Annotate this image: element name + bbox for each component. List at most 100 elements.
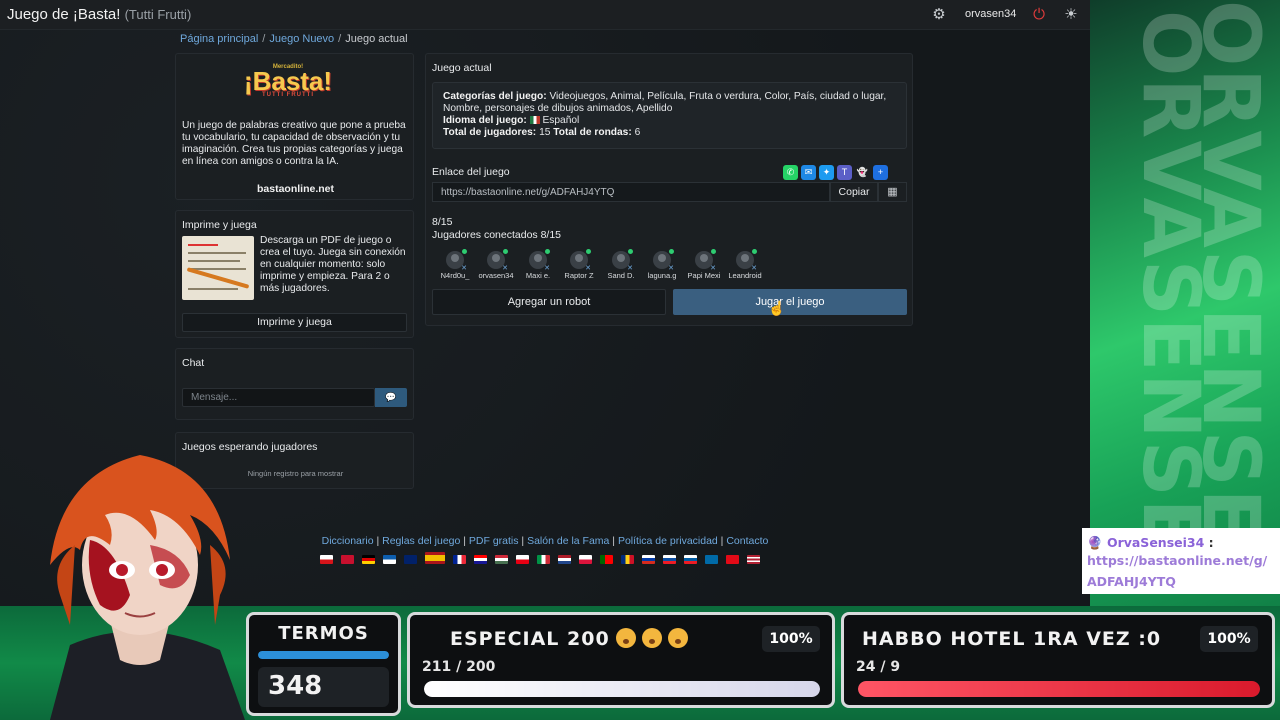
flag-romania-icon[interactable] [621,555,634,564]
breadcrumb-new-game[interactable]: Juego Nuevo [269,33,334,45]
flag-uk-icon[interactable] [404,555,417,564]
goal-especial-title-text: ESPECIAL 200 [450,628,610,650]
intro-card: Mercadito! ¡Basta! TUTTI FRUTTI Un juego… [175,53,414,200]
teams-icon[interactable]: T [837,165,852,180]
emoji-icon [641,628,662,648]
avatar-icon: ✕ [612,249,633,272]
flag-croatia-icon[interactable] [474,555,487,564]
more-share-icon[interactable]: + [873,165,888,180]
flag-greece-icon[interactable] [383,555,396,564]
player-name: Papi Mexi [687,271,721,280]
game-info-box: Categorías del juego: Videojuegos, Anima… [432,82,907,149]
copy-link-button[interactable]: Copiar [830,182,878,202]
print-description: Descarga un PDF de juego o crea el tuyo.… [260,235,406,294]
chat-message-text: https://bastaonline.net/g/ADFAHJ4YTQ [1087,553,1268,589]
player-slot[interactable]: ✕ Sand D. [600,249,642,280]
player-slot[interactable]: ✕ orvasen34 [475,249,517,280]
player-slot[interactable]: ✕ N4rd0u_ [434,249,476,280]
player-slot[interactable]: ✕ Raptor Z [558,249,600,280]
streamer-avatar [50,455,245,720]
player-slot[interactable]: ✕ Maxi e. [517,249,559,280]
chat-send-icon[interactable]: 💬 [375,388,407,407]
player-name: Leandroid [728,271,762,280]
breadcrumb-current: Juego actual [345,33,408,45]
flag-italy-icon[interactable] [537,555,550,564]
footer-link-rules[interactable]: Reglas del juego [382,535,460,547]
players-row: ✕ N4rd0u_ ✕ orvasen34 ✕ Maxi e. ✕ Raptor Z ✕… [434,249,904,283]
player-count: 8/15 [432,216,453,228]
site-name[interactable]: bastaonline.net [176,183,415,195]
footer-link-privacy[interactable]: Política de privacidad [618,535,718,547]
qr-code-icon[interactable]: ▦ [878,182,907,202]
print-title: Imprime y juega [182,219,257,231]
game-link-field[interactable]: https://bastaonline.net/g/ADFAHJ4YTQ [432,182,830,202]
player-name: Sand D. [607,271,635,280]
chat-user-icon: 🔮 [1087,535,1103,550]
power-icon[interactable]: ⏻ [1030,6,1048,24]
breadcrumb: Página principal / Juego Nuevo / Juego actua… [180,33,408,45]
goal-especial-fill [424,681,820,697]
mexico-flag-icon [529,116,540,124]
breadcrumb-home[interactable]: Página principal [180,33,258,45]
flag-germany-icon[interactable] [362,555,375,564]
player-slot[interactable]: ✕ Papi Mexi [683,249,725,280]
flag-usa-icon[interactable] [747,555,760,564]
flag-turkey-icon[interactable] [726,555,739,564]
flag-poland-icon[interactable] [579,555,592,564]
goal-especial-percent: 100% [762,626,820,652]
flag-netherlands-icon[interactable] [558,555,571,564]
player-name: orvasen34 [478,271,514,280]
current-game-title: Juego actual [432,62,492,74]
footer-link-contact[interactable]: Contacto [726,535,768,547]
termos-panel: TERMOS 348 [246,612,401,716]
goal-habbo-panel: HABBO HOTEL 1RA VEZ :0 100% 24 / 9 [841,612,1275,708]
goal-habbo-fill [858,681,1260,697]
rounds-total-label: Total de rondas: [553,127,632,138]
flag-portugal-icon[interactable] [600,555,613,564]
emoji-icon [667,628,688,648]
chat-username: OrvaSensei34 [1106,535,1205,550]
flag-slovakia-icon[interactable] [663,555,676,564]
flag-czech-icon[interactable] [320,555,333,564]
goal-especial-progress: 211 / 200 [422,659,496,675]
avatar-icon: ✕ [446,249,467,272]
emoji-icon [615,628,636,648]
print-play-button[interactable]: Imprime y juega [182,313,407,332]
player-slot[interactable]: ✕ Leandroid [724,249,766,280]
footer-link-hall-of-fame[interactable]: Salón de la Fama [527,535,609,547]
print-thumbnail[interactable] [182,236,254,300]
play-game-button[interactable]: Jugar el juego [673,289,907,315]
player-slot[interactable]: ✕ laguna.g [641,249,683,280]
add-robot-button[interactable]: Agregar un robot [432,289,666,315]
flag-indonesia-icon[interactable] [516,555,529,564]
player-name: laguna.g [647,271,677,280]
flag-hungary-icon[interactable] [495,555,508,564]
twitter-icon[interactable]: ✦ [819,165,834,180]
footer-link-pdf[interactable]: PDF gratis [469,535,519,547]
avatar-icon: ✕ [736,249,757,272]
messenger-icon[interactable]: ✉ [801,165,816,180]
flag-slovenia-icon[interactable] [684,555,697,564]
player-name: Raptor Z [564,271,594,280]
flag-spain-icon[interactable] [425,552,445,564]
flag-russia-icon[interactable] [642,555,655,564]
flag-denmark-icon[interactable] [341,555,354,564]
footer-link-dictionary[interactable]: Diccionario [322,535,374,547]
language-flags [320,551,768,564]
flag-france-icon[interactable] [453,555,466,564]
whatsapp-icon[interactable]: ✆ [783,165,798,180]
theme-sun-icon[interactable]: ☀ [1062,6,1080,24]
settings-gear-icon[interactable]: ⚙ [930,6,948,24]
watermark-text: ORVASENSEI [1125,10,1215,586]
player-name: N4rd0u_ [440,271,470,280]
snapchat-icon[interactable]: 👻 [855,165,870,180]
app-title-main: Juego de ¡Basta! [7,6,121,23]
chat-title: Chat [182,357,205,369]
hand-cursor-icon: ☝ [768,300,786,316]
flag-sweden-icon[interactable] [705,555,718,564]
chat-message-input[interactable]: Mensaje... [182,388,375,407]
avatar-icon: ✕ [529,249,550,272]
avatar-icon: ✕ [695,249,716,272]
app-title[interactable]: Juego de ¡Basta! (Tutti Frutti) [7,6,191,23]
username-label[interactable]: orvasen34 [965,8,1016,20]
